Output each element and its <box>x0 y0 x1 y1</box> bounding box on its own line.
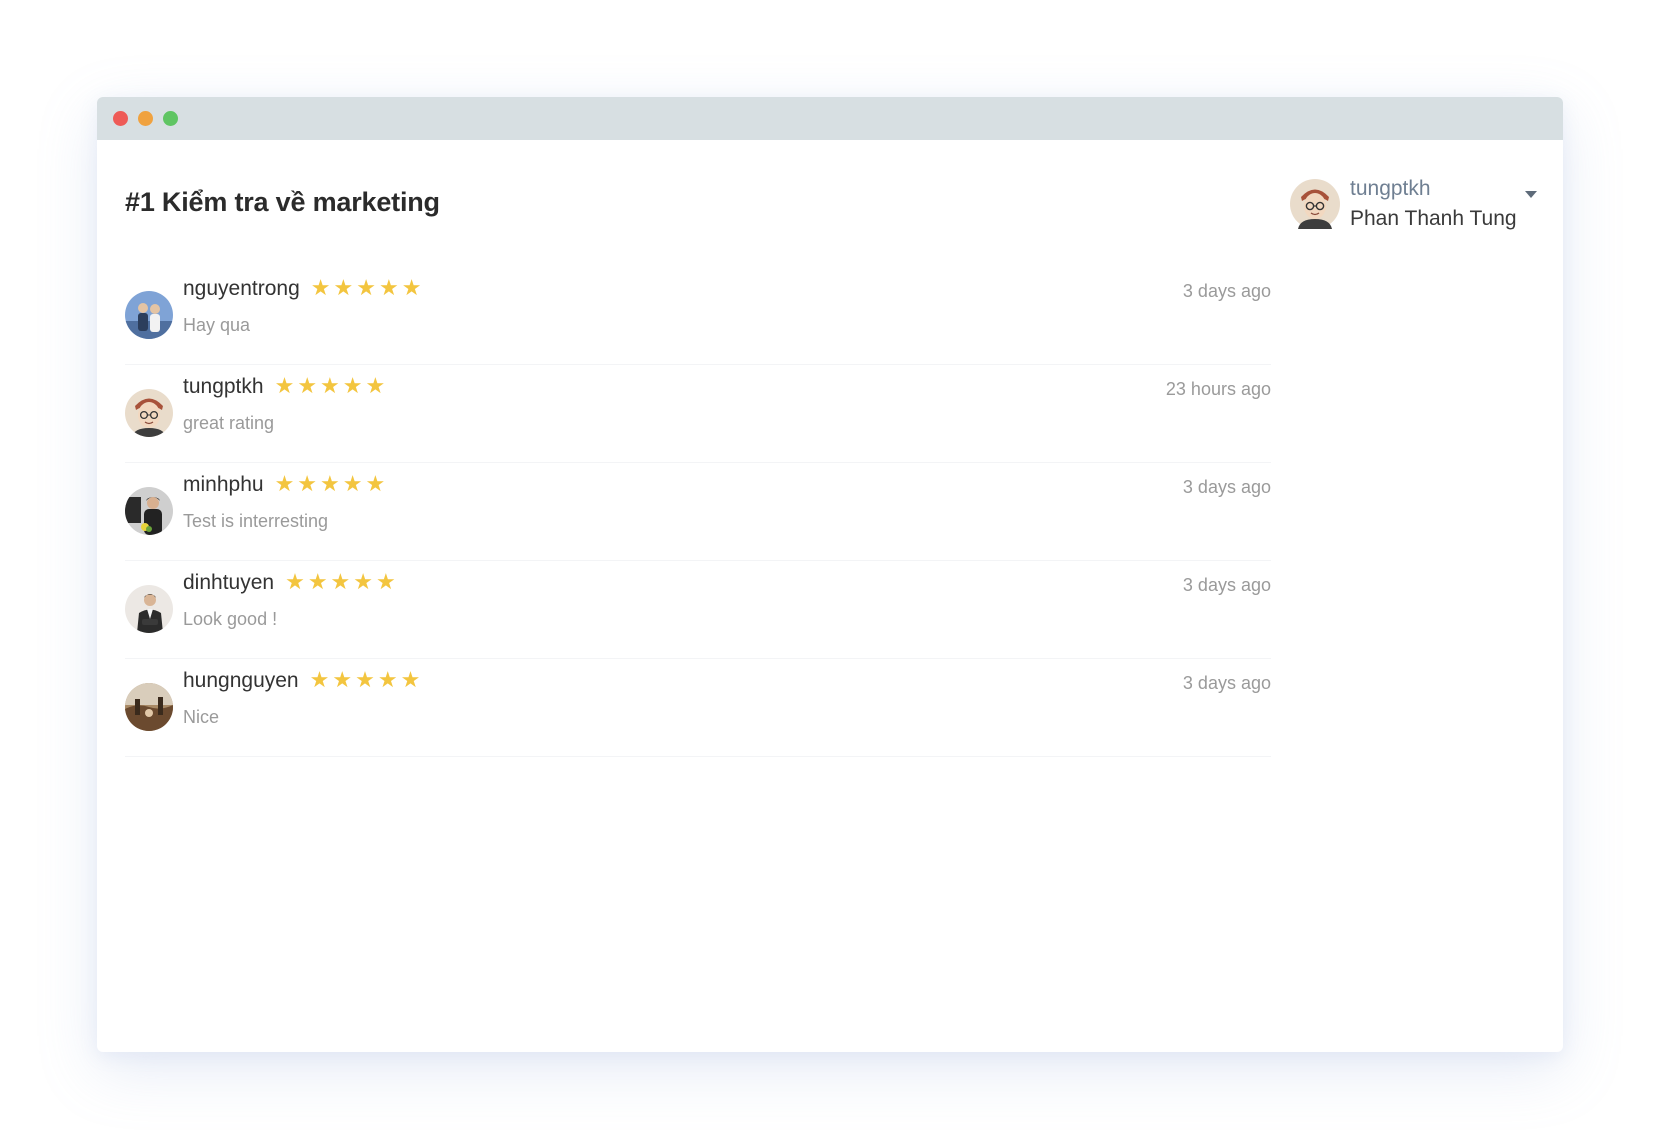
reviewer-avatar <box>125 487 173 535</box>
review-item: tungptkh ★ ★ ★ ★ ★ great rating 23 hours… <box>125 365 1271 463</box>
star-rating: ★ ★ ★ ★ ★ <box>310 670 421 692</box>
star-icon: ★ <box>400 668 421 693</box>
review-list: nguyentrong ★ ★ ★ ★ ★ Hay qua 3 days ago <box>125 267 1271 757</box>
page-title: #1 Kiểm tra về marketing <box>125 187 440 217</box>
minimize-window-button[interactable] <box>138 111 153 126</box>
star-icon: ★ <box>401 276 422 301</box>
user-menu-username: tungptkh <box>1350 177 1431 200</box>
star-icon: ★ <box>297 374 318 399</box>
star-icon: ★ <box>307 570 328 595</box>
reviewer-name[interactable]: tungptkh <box>183 375 264 399</box>
star-icon: ★ <box>333 276 354 301</box>
review-comment: Hay qua <box>183 315 251 335</box>
window-titlebar <box>97 97 1563 140</box>
review-header: tungptkh ★ ★ ★ ★ ★ <box>183 375 385 399</box>
star-icon: ★ <box>330 570 351 595</box>
star-rating: ★ ★ ★ ★ ★ <box>285 572 396 594</box>
review-header: nguyentrong ★ ★ ★ ★ ★ <box>183 277 421 301</box>
review-timestamp: 3 days ago <box>1182 477 1271 497</box>
star-icon: ★ <box>320 374 340 399</box>
star-icon: ★ <box>274 374 295 399</box>
review-comment: Look good ! <box>183 609 278 629</box>
review-item: dinhtuyen ★ ★ ★ ★ ★ Look good ! 3 days a… <box>125 561 1271 659</box>
star-icon: ★ <box>309 668 330 693</box>
star-icon: ★ <box>342 374 363 399</box>
reviewer-name[interactable]: nguyentrong <box>183 277 300 301</box>
review-comment: great rating <box>183 413 275 433</box>
review-item: hungnguyen ★ ★ ★ ★ ★ Nice 3 days ago <box>125 659 1271 757</box>
chevron-down-icon[interactable] <box>1524 190 1537 198</box>
star-icon: ★ <box>365 374 386 399</box>
user-menu[interactable]: tungptkh Phan Thanh Tung <box>1290 174 1537 234</box>
star-rating: ★ ★ ★ ★ ★ <box>311 278 422 300</box>
review-timestamp: 3 days ago <box>1182 673 1271 693</box>
star-icon: ★ <box>332 668 353 693</box>
star-icon: ★ <box>285 570 305 595</box>
reviewer-avatar <box>125 683 173 731</box>
star-icon: ★ <box>274 472 295 497</box>
star-icon: ★ <box>356 276 376 301</box>
star-icon: ★ <box>310 276 331 301</box>
reviewer-avatar <box>125 585 173 633</box>
reviewer-name[interactable]: hungnguyen <box>183 669 299 693</box>
review-timestamp: 23 hours ago <box>1165 379 1271 399</box>
review-timestamp: 3 days ago <box>1182 575 1271 595</box>
star-icon: ★ <box>376 570 396 595</box>
star-icon: ★ <box>320 472 340 497</box>
review-header: hungnguyen ★ ★ ★ ★ ★ <box>183 669 420 693</box>
star-icon: ★ <box>377 668 398 693</box>
review-timestamp: 3 days ago <box>1182 281 1271 301</box>
star-icon: ★ <box>378 276 399 301</box>
user-names: tungptkh Phan Thanh Tung <box>1350 174 1517 234</box>
star-icon: ★ <box>297 472 318 497</box>
reviewer-avatar <box>125 291 173 339</box>
star-icon: ★ <box>342 472 363 497</box>
review-comment: Test is interresting <box>183 511 329 531</box>
review-header: dinhtuyen ★ ★ ★ ★ ★ <box>183 571 396 595</box>
star-icon: ★ <box>353 570 374 595</box>
close-window-button[interactable] <box>113 111 128 126</box>
star-rating: ★ ★ ★ ★ ★ <box>275 474 386 496</box>
reviewer-name[interactable]: dinhtuyen <box>183 571 274 595</box>
star-rating: ★ ★ ★ ★ ★ <box>275 376 386 398</box>
review-header: minhphu ★ ★ ★ ★ ★ <box>183 473 385 497</box>
reviewer-name[interactable]: minhphu <box>183 473 264 497</box>
star-icon: ★ <box>365 472 386 497</box>
user-menu-fullname: Phan Thanh Tung <box>1350 207 1517 230</box>
maximize-window-button[interactable] <box>163 111 178 126</box>
review-item: nguyentrong ★ ★ ★ ★ ★ Hay qua 3 days ago <box>125 267 1271 365</box>
reviewer-avatar <box>125 389 173 437</box>
star-icon: ★ <box>355 668 375 693</box>
review-comment: Nice <box>183 707 220 727</box>
review-item: minhphu ★ ★ ★ ★ ★ Test is interresting 3… <box>125 463 1271 561</box>
user-avatar <box>1290 179 1340 229</box>
app-window: #1 Kiểm tra về marketing tungptkh Phan T… <box>97 97 1563 1052</box>
